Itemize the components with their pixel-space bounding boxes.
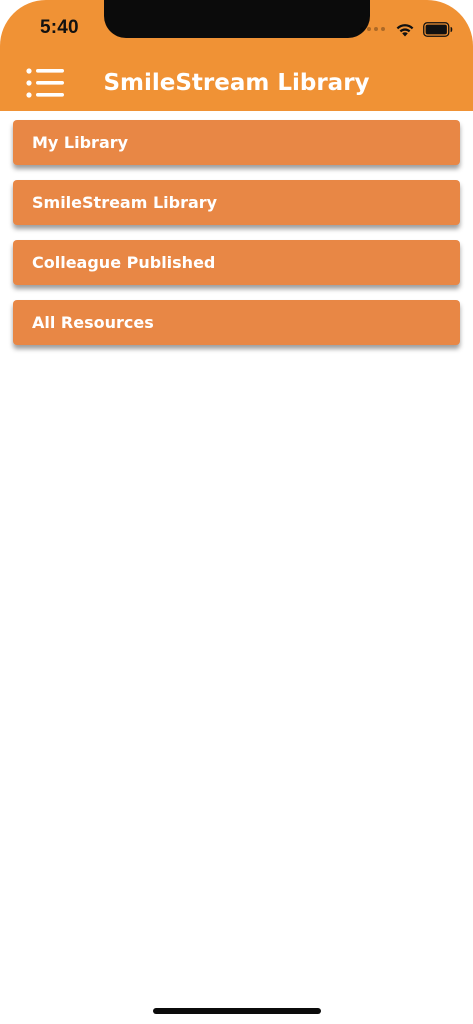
- menu-item-label: SmileStream Library: [32, 193, 218, 212]
- status-time: 5:40: [40, 17, 79, 38]
- menu-item-label: All Resources: [32, 313, 154, 332]
- menu-item-label: Colleague Published: [32, 253, 216, 272]
- app-screen: 5:40 SmileStream Library My Library Smil…: [0, 0, 473, 1024]
- status-icons: [360, 20, 453, 38]
- menu-item-label: My Library: [32, 133, 129, 152]
- menu-item-colleague-published[interactable]: Colleague Published: [13, 240, 460, 285]
- home-indicator[interactable]: [153, 1008, 321, 1014]
- menu-item-all-resources[interactable]: All Resources: [13, 300, 460, 345]
- menu-item-my-library[interactable]: My Library: [13, 120, 460, 165]
- page-title: SmileStream Library: [103, 70, 370, 96]
- library-menu-list: My Library SmileStream Library Colleague…: [13, 120, 460, 360]
- signal-dots-icon: [360, 27, 385, 31]
- device-notch: [104, 0, 370, 38]
- wifi-icon: [395, 21, 415, 37]
- app-header: 5:40 SmileStream Library: [0, 0, 473, 111]
- menu-item-smilestream-library[interactable]: SmileStream Library: [13, 180, 460, 225]
- battery-icon: [423, 21, 453, 37]
